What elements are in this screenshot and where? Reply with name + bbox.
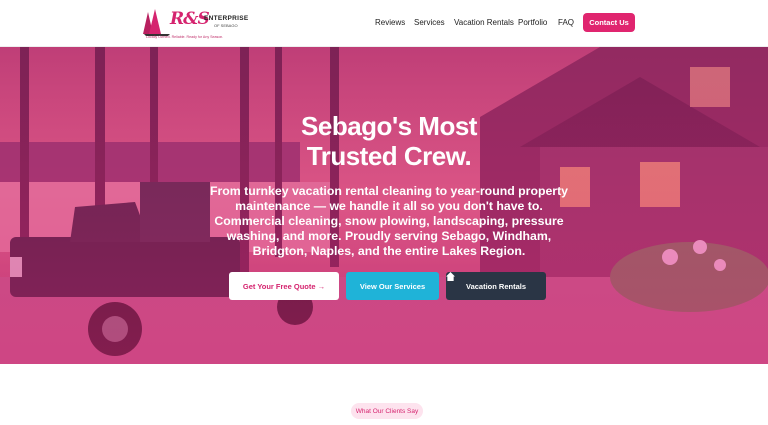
nav-services[interactable]: Services	[414, 18, 445, 27]
free-quote-button[interactable]: Get Your Free Quote →	[229, 272, 339, 300]
logo-tagline: Locally Owned. Reliable. Ready for Any S…	[146, 35, 224, 39]
testimonials-section: What Our Clients Say	[0, 364, 768, 425]
hero-subtitle: From turnkey vacation rental cleaning to…	[209, 184, 569, 258]
contact-us-button[interactable]: Contact Us	[583, 13, 635, 32]
vacation-rentals-label: Vacation Rentals	[465, 281, 527, 291]
logo-monogram: R&S	[170, 9, 210, 29]
home-icon	[446, 272, 455, 281]
pine-trees-icon	[143, 9, 170, 36]
nav-reviews[interactable]: Reviews	[375, 18, 405, 27]
logo-name: ENTERPRISE	[204, 15, 249, 22]
hero-title: Sebago's Most Trusted Crew.	[301, 111, 477, 171]
vacation-rentals-button[interactable]: Vacation Rentals	[446, 272, 546, 300]
site-header: R&S ENTERPRISE OF SEBAGO Locally Owned. …	[0, 0, 768, 47]
nav-faq[interactable]: FAQ	[558, 18, 574, 27]
nav-portfolio[interactable]: Portfolio	[518, 18, 547, 27]
hero-section: Sebago's Most Trusted Crew. From turnkey …	[0, 47, 768, 364]
section-pill: What Our Clients Say	[351, 403, 423, 419]
logo[interactable]: R&S ENTERPRISE OF SEBAGO Locally Owned. …	[142, 6, 248, 40]
nav-vacation-rentals[interactable]: Vacation Rentals	[454, 18, 514, 27]
view-services-button[interactable]: View Our Services	[346, 272, 439, 300]
logo-subname: OF SEBAGO	[214, 23, 238, 28]
